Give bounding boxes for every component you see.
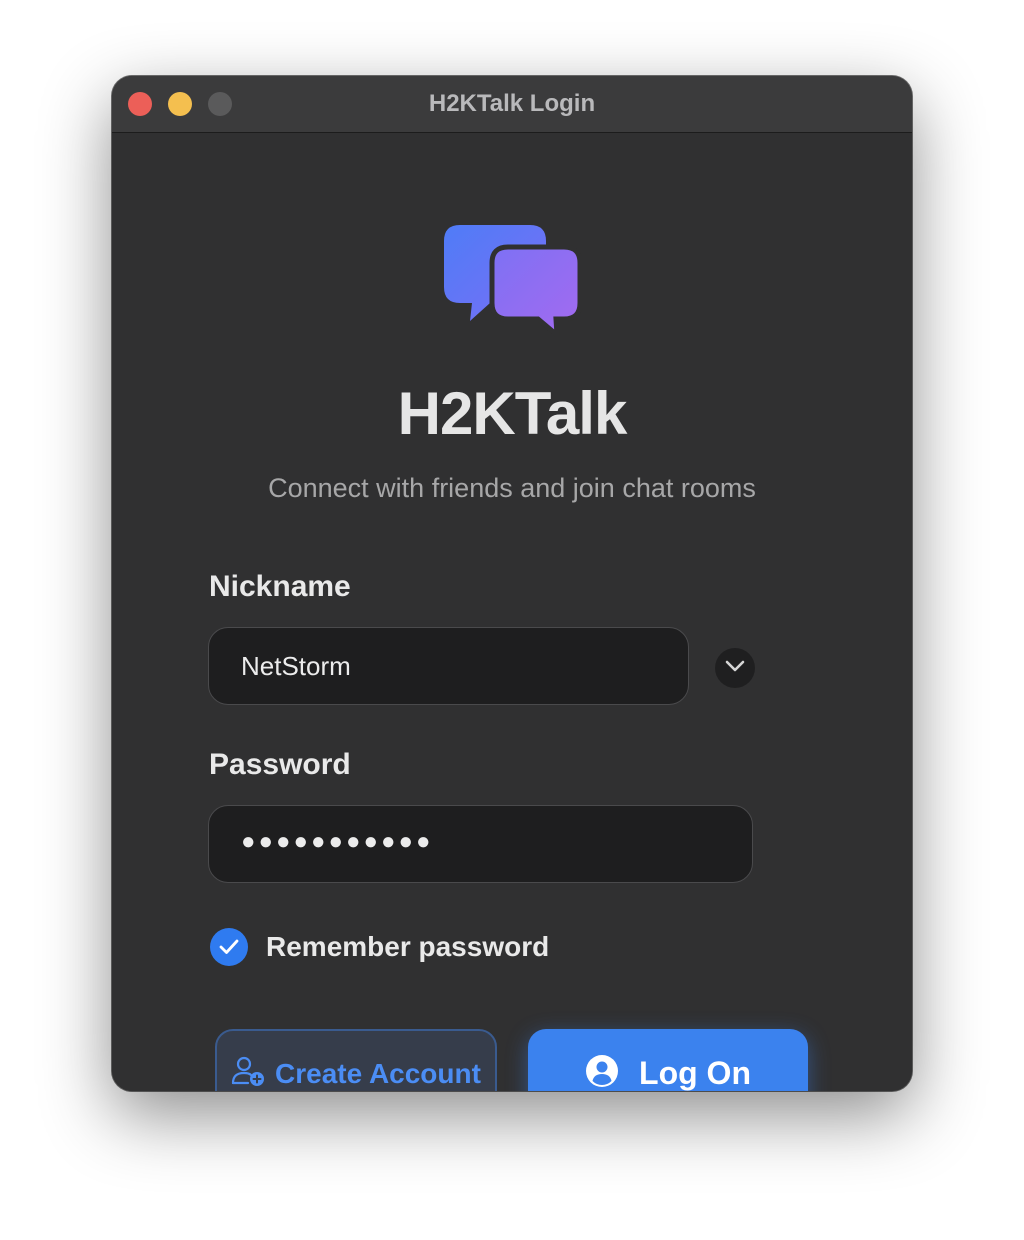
- nickname-label: Nickname: [209, 570, 351, 603]
- nickname-dropdown-button[interactable]: [715, 648, 755, 688]
- title-bar[interactable]: H2KTalk Login: [112, 76, 912, 133]
- log-on-button[interactable]: Log On: [528, 1029, 808, 1091]
- chevron-down-icon: [725, 659, 745, 677]
- password-label: Password: [209, 748, 351, 781]
- log-on-label: Log On: [639, 1054, 751, 1091]
- password-field[interactable]: ●●●●●●●●●●●: [208, 805, 753, 883]
- create-account-label: Create Account: [275, 1057, 481, 1089]
- chat-bubbles-icon: [442, 225, 583, 342]
- checkmark-icon: [219, 939, 239, 954]
- window-title: H2KTalk Login: [428, 90, 596, 117]
- user-circle-icon: [585, 1054, 619, 1092]
- remember-password-label: Remember password: [266, 931, 550, 962]
- app-name: H2KTalk: [397, 380, 628, 447]
- remember-password-checkbox[interactable]: [210, 928, 248, 966]
- nickname-field[interactable]: NetStorm: [208, 627, 689, 705]
- remember-password-option[interactable]: Remember password: [210, 928, 549, 966]
- login-window: H2KTalk Login H2KTalk Connect with frien…: [112, 76, 912, 1091]
- login-panel: H2KTalk Connect with friends and join ch…: [112, 133, 912, 1091]
- create-account-button[interactable]: Create Account: [215, 1029, 497, 1091]
- password-value: ●●●●●●●●●●●: [241, 828, 434, 855]
- app-tagline: Connect with friends and join chat rooms: [268, 473, 756, 503]
- nickname-value: NetStorm: [241, 651, 351, 681]
- add-user-icon: [231, 1055, 265, 1091]
